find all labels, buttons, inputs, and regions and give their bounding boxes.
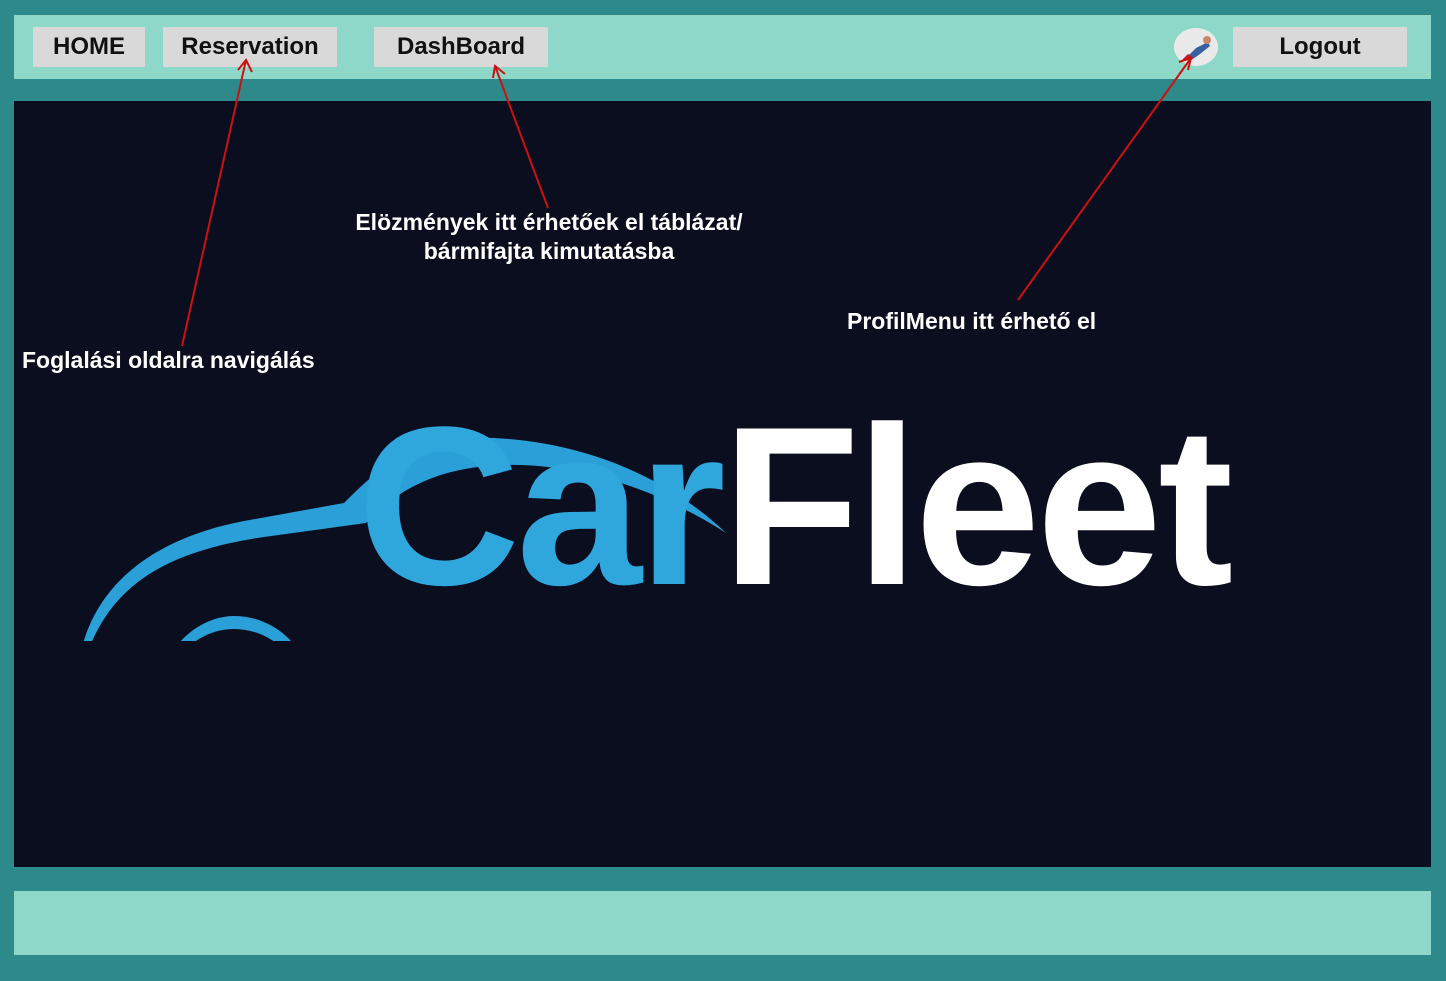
logo-car-text: Car [357,379,726,632]
user-avatar-icon[interactable] [1174,28,1218,66]
main-content-area: Elözmények itt érhetőek el táblázat/ bár… [14,101,1431,867]
dashboard-button[interactable]: DashBoard [374,27,548,67]
logout-button[interactable]: Logout [1233,27,1407,67]
home-button[interactable]: HOME [33,27,145,67]
logo-fleet-text: Fleet [721,379,1233,632]
top-navbar: HOME Reservation DashBoard Logout [14,15,1431,79]
dashboard-annotation-line1: Elözmények itt érhetőek el táblázat/ [355,209,743,235]
dashboard-annotation-line2: bármifajta kimutatásba [423,238,675,264]
reservation-button[interactable]: Reservation [163,27,337,67]
dashboard-annotation: Elözmények itt érhetőek el táblázat/ bár… [324,208,774,266]
footer-bar [14,891,1431,955]
profile-annotation: ProfilMenu itt érhető el [847,308,1097,334]
logo-wordmark: CarFleet [357,393,1233,619]
